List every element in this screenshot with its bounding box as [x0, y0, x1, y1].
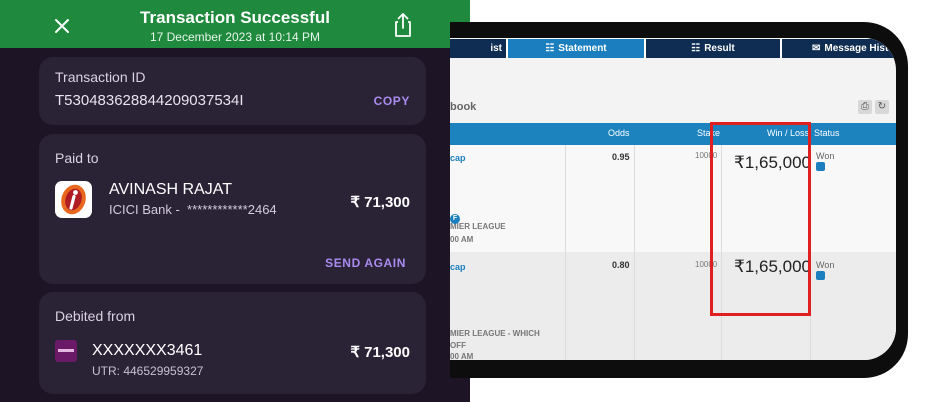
header-bar: Transaction Successful 17 December 2023 …: [0, 0, 470, 48]
utr-number: UTR: 446529959327: [92, 364, 204, 378]
tab-label: Message Histo: [824, 43, 895, 54]
transaction-id-value: T530483628844209037534I: [55, 92, 244, 109]
market-link[interactable]: cap: [450, 153, 466, 163]
fancy-badge: F: [450, 214, 460, 224]
league-name-continued: OFF: [450, 341, 466, 350]
transaction-id-card: Transaction ID T530483628844209037534I C…: [39, 57, 426, 125]
bet-time: 00 AM: [450, 352, 474, 360]
table-header: Odds Stake Win / Loss Status: [450, 123, 896, 145]
tab-label: ist: [490, 43, 502, 54]
table-row: cap MIER LEAGUE 00 AM 0.95 10000 ₹1,65,0…: [450, 145, 896, 252]
print-icon: ⎙: [861, 101, 869, 112]
phone-frame: ist ☷ Statement ☷ Result ✉ Message Histo…: [450, 22, 908, 378]
column-divider: [565, 145, 566, 360]
betting-screenshot: ist ☷ Statement ☷ Result ✉ Message Histo…: [450, 0, 931, 402]
debit-account-number: XXXXXXX3461: [92, 342, 203, 359]
column-odds: Odds: [608, 128, 630, 138]
column-divider: [634, 145, 635, 360]
payee-bank: ICICI Bank - ************2464: [109, 202, 277, 217]
status-badge: Won: [816, 151, 835, 161]
debited-from-label: Debited from: [55, 308, 136, 324]
result-icon: ☷: [691, 43, 701, 54]
table-row: cap MIER LEAGUE - WHICH OFF 00 AM 0.80 1…: [450, 252, 896, 360]
info-icon[interactable]: [816, 162, 825, 171]
paid-to-label: Paid to: [55, 150, 99, 166]
send-again-button[interactable]: SEND AGAIN: [325, 256, 406, 270]
odds-value: 0.80: [612, 260, 630, 270]
highlight-box: [710, 122, 811, 316]
refresh-icon: ↻: [877, 101, 887, 112]
debited-amount: ₹ 71,300: [350, 344, 410, 361]
bet-time: 00 AM: [450, 235, 474, 244]
payment-app-screen: Transaction Successful 17 December 2023 …: [0, 0, 470, 402]
paid-to-card: Paid to AVINASH RAJAT ICICI Bank - *****…: [39, 134, 426, 284]
info-icon[interactable]: [816, 271, 825, 280]
copy-button[interactable]: COPY: [374, 94, 410, 108]
refresh-button[interactable]: ↻: [875, 100, 889, 114]
tab-bar: ist ☷ Statement ☷ Result ✉ Message Histo: [450, 38, 896, 58]
share-icon: [395, 13, 411, 37]
market-link[interactable]: cap: [450, 262, 466, 272]
tab-statement[interactable]: ☷ Statement: [508, 39, 644, 58]
league-name: MIER LEAGUE - WHICH: [450, 329, 540, 338]
column-status: Status: [814, 128, 840, 138]
phone-screen: ist ☷ Statement ☷ Result ✉ Message Histo…: [450, 38, 896, 360]
icici-bank-icon: [55, 181, 92, 218]
tab-label: Result: [704, 43, 735, 54]
paid-amount: ₹ 71,300: [350, 194, 410, 211]
statement-icon: ☷: [545, 43, 555, 54]
status-badge: Won: [816, 260, 835, 270]
tab-message-history[interactable]: ✉ Message Histo: [782, 39, 896, 58]
league-name: MIER LEAGUE: [450, 222, 506, 231]
payee-name: AVINASH RAJAT: [109, 181, 232, 198]
bank-account-icon: [55, 340, 77, 362]
tab-list[interactable]: ist: [450, 39, 506, 58]
section-title: book: [450, 101, 477, 113]
share-button[interactable]: [388, 10, 418, 40]
debited-from-card: Debited from XXXXXXX3461 UTR: 4465299593…: [39, 292, 426, 394]
tab-label: Statement: [558, 43, 607, 54]
mail-icon: ✉: [812, 43, 821, 54]
print-button[interactable]: ⎙: [858, 100, 872, 114]
tab-result[interactable]: ☷ Result: [646, 39, 780, 58]
transaction-id-label: Transaction ID: [55, 69, 146, 85]
odds-value: 0.95: [612, 152, 630, 162]
